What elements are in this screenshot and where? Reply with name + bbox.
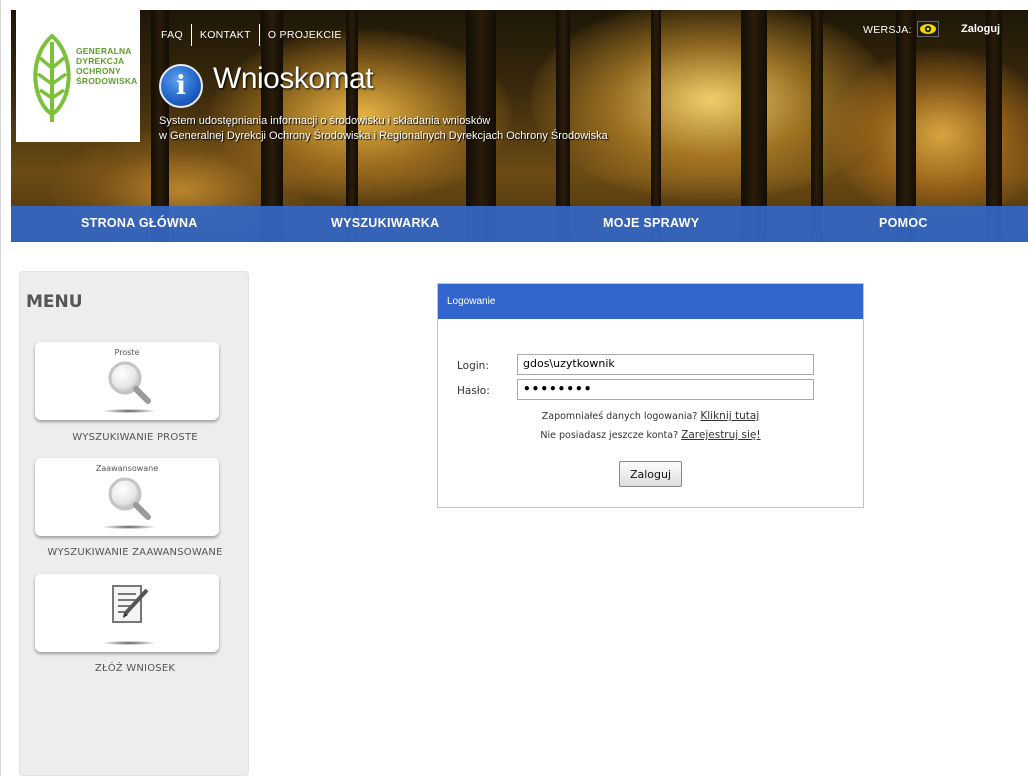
forgot-credentials-line: Zapomniałeś danych logowania? Kliknij tu… xyxy=(438,410,863,422)
faq-link[interactable]: FAQ xyxy=(161,29,183,41)
gdos-logo[interactable]: GENERALNA DYREKCJA OCHRONY ŚRODOWISKA xyxy=(16,10,140,142)
logo-line: OCHRONY xyxy=(76,66,121,76)
card-shadow xyxy=(103,525,155,529)
app-subtitle: System udostępniania informacji o środow… xyxy=(159,114,608,144)
password-label: Hasło: xyxy=(457,385,490,397)
password-input[interactable]: •••••••• xyxy=(517,379,814,400)
eye-icon xyxy=(920,24,936,34)
login-input[interactable]: gdos\uzytkownik xyxy=(517,354,814,375)
magnifier-icon xyxy=(108,477,151,520)
subtitle-line: System udostępniania informacji o środow… xyxy=(159,115,491,127)
advanced-search-card[interactable]: Zaawansowane xyxy=(35,458,219,536)
magnifier-icon xyxy=(108,361,151,404)
link-divider xyxy=(190,24,192,46)
nav-help[interactable]: POMOC xyxy=(879,216,928,230)
card-label: Zaawansowane xyxy=(95,464,159,473)
login-submit-button[interactable]: Zaloguj xyxy=(619,461,682,487)
register-link[interactable]: Zarejestruj się! xyxy=(681,429,760,441)
forgot-text: Zapomniałeś danych logowania? xyxy=(541,411,698,422)
login-panel-header: Logowanie xyxy=(438,284,863,319)
top-links: FAQ KONTAKT O PROJEKCIE xyxy=(161,24,342,46)
nav-search[interactable]: WYSZUKIWARKA xyxy=(331,216,439,230)
advanced-search-caption[interactable]: WYSZUKIWANIE ZAAWANSOWANE xyxy=(20,547,250,558)
card-shadow xyxy=(103,641,155,645)
nav-my-cases[interactable]: MOJE SPRAWY xyxy=(603,216,699,230)
login-panel: Logowanie Login: gdos\uzytkownik Hasło: … xyxy=(437,283,864,508)
card-shadow xyxy=(103,409,155,413)
simple-search-card[interactable]: Proste xyxy=(35,342,219,420)
main-nav: STRONA GŁÓWNA WYSZUKIWARKA MOJE SPRAWY P… xyxy=(11,206,1028,242)
card-label: Proste xyxy=(114,348,140,357)
subtitle-line: w Generalnej Dyrekcji Ochrony Środowiska… xyxy=(159,130,608,142)
logo-line: ŚRODOWISKA xyxy=(76,76,138,86)
submit-application-card[interactable] xyxy=(35,574,219,652)
header-banner: GENERALNA DYREKCJA OCHRONY ŚRODOWISKA FA… xyxy=(11,10,1028,242)
login-panel-title: Logowanie xyxy=(447,296,496,307)
submit-application-caption[interactable]: ZŁÓŻ WNIOSEK xyxy=(20,663,250,674)
logo-text: GENERALNA DYREKCJA OCHRONY ŚRODOWISKA xyxy=(76,46,138,86)
sidebar-menu: MENU Proste WYSZUKIWANIE PROSTE Zaawanso… xyxy=(19,271,249,776)
simple-search-caption[interactable]: WYSZUKIWANIE PROSTE xyxy=(20,432,250,443)
nav-home[interactable]: STRONA GŁÓWNA xyxy=(81,216,198,230)
login-link[interactable]: Zaloguj xyxy=(961,23,1000,35)
register-line: Nie posiadasz jeszcze konta? Zarejestruj… xyxy=(438,429,863,441)
contrast-version-button[interactable] xyxy=(917,21,939,37)
version-label: WERSJA: xyxy=(863,24,912,36)
leaf-logo-icon xyxy=(33,33,71,122)
logo-line: GENERALNA xyxy=(76,46,132,56)
document-pen-icon xyxy=(112,585,149,623)
login-label: Login: xyxy=(457,360,489,372)
forgot-link[interactable]: Kliknij tutaj xyxy=(700,410,759,422)
link-divider xyxy=(258,24,260,46)
page: GENERALNA DYREKCJA OCHRONY ŚRODOWISKA FA… xyxy=(0,0,1028,776)
logo-line: DYREKCJA xyxy=(76,56,125,66)
app-title: Wnioskomat xyxy=(213,62,374,95)
contact-link[interactable]: KONTAKT xyxy=(200,29,251,41)
menu-title: MENU xyxy=(26,292,83,312)
register-text: Nie posiadasz jeszcze konta? xyxy=(540,430,679,441)
info-icon: i xyxy=(159,64,203,108)
about-project-link[interactable]: O PROJEKCIE xyxy=(268,29,342,41)
